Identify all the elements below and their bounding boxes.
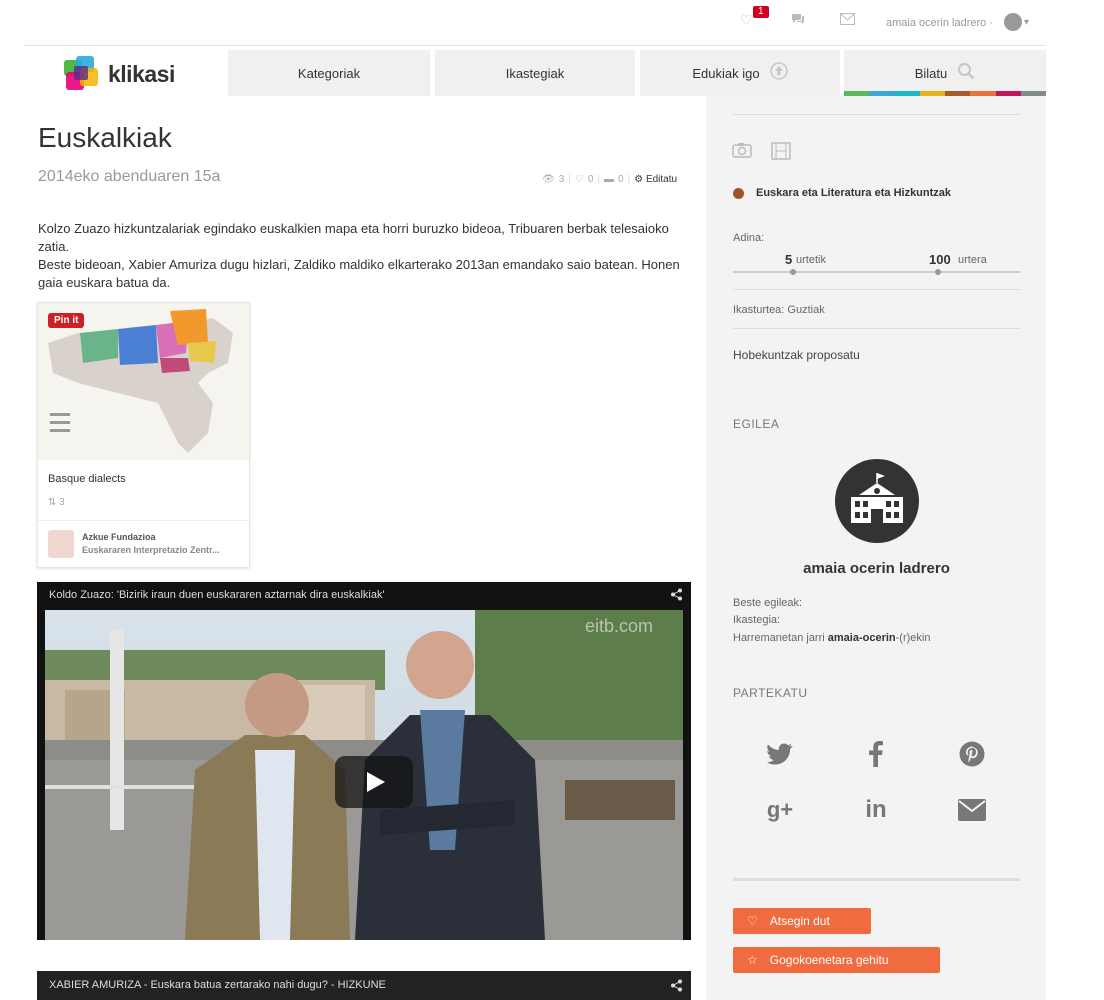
- star-icon: ☆: [747, 953, 758, 967]
- repin-icon: ⇅: [48, 497, 60, 508]
- video-thumbnail[interactable]: eitb.com: [45, 610, 683, 940]
- school-label: Ikastegia:: [733, 614, 781, 626]
- share-icon[interactable]: [670, 979, 683, 995]
- like-button[interactable]: ♡ Atsegin dut: [733, 908, 871, 934]
- user-menu-name[interactable]: amaia ocerin ladrero ·: [886, 17, 993, 29]
- description: Kolzo Zuazo hizkuntzalariak egindako eus…: [38, 220, 698, 292]
- nav-item-kategoriak[interactable]: Kategoriak: [228, 50, 430, 96]
- heart-icon: ♡: [574, 174, 584, 185]
- user-avatar[interactable]: [1004, 13, 1022, 31]
- publish-date: 2014eko abenduaren 15a: [38, 168, 221, 185]
- google-plus-icon[interactable]: g+: [760, 790, 800, 830]
- author-heading: EGILEA: [733, 417, 780, 431]
- category-link[interactable]: Euskara eta Literatura eta Hizkuntzak: [756, 187, 951, 199]
- notification-badge: 1: [753, 6, 769, 18]
- divider: [733, 328, 1020, 329]
- play-button[interactable]: [335, 756, 413, 808]
- video-player[interactable]: Koldo Zuazo: 'Bizirik iraun duen euskara…: [37, 582, 691, 940]
- video-title[interactable]: XABIER AMURIZA - Euskara batua zertarako…: [49, 979, 386, 991]
- heart-icon: ♡: [747, 914, 758, 928]
- card-org[interactable]: Euskararen Interpretazio Zentr...: [82, 545, 242, 555]
- facebook-icon[interactable]: [856, 734, 896, 774]
- main-nav: klikasi Kategoriak Ikastegiak Edukiak ig…: [24, 48, 1046, 96]
- nav-item-ikastegiak[interactable]: Ikastegiak: [435, 50, 635, 96]
- likes-count: 0: [587, 174, 594, 185]
- slider-handle-max[interactable]: [935, 269, 941, 275]
- other-authors-label: Beste egileak:: [733, 597, 803, 609]
- gear-icon: ⚙: [634, 174, 644, 185]
- school-icon: [851, 473, 903, 523]
- logo-mark-icon: [64, 56, 98, 90]
- mail-icon[interactable]: [952, 790, 992, 830]
- logo-text: klikasi: [108, 61, 175, 87]
- contact-line: Harremanetan jarri amaia-ocerin-(r)ekin: [733, 632, 931, 644]
- search-icon: [957, 62, 975, 85]
- video-player-2[interactable]: XABIER AMURIZA - Euskara batua zertarako…: [37, 971, 691, 1000]
- divider: [38, 520, 249, 521]
- age-to-unit: urtera: [958, 254, 987, 266]
- pinterest-icon[interactable]: [952, 734, 992, 774]
- author-name[interactable]: amaia ocerin ladrero: [733, 560, 1020, 577]
- pin-it-button[interactable]: Pin it: [48, 313, 85, 328]
- card-author[interactable]: Azkue Fundazioa: [82, 532, 156, 542]
- views-count: 3: [558, 174, 565, 185]
- upload-icon: [769, 61, 788, 85]
- repin-count: ⇅ 3: [48, 497, 65, 508]
- divider: [733, 114, 1020, 115]
- mail-icon[interactable]: [840, 12, 855, 28]
- page-title: Euskalkiak: [38, 122, 172, 153]
- chat-icon[interactable]: [790, 12, 806, 29]
- age-from: 5: [785, 252, 793, 267]
- school-avatar[interactable]: [835, 459, 919, 543]
- logo[interactable]: klikasi: [62, 54, 222, 90]
- suggest-improvements-link[interactable]: Hobekuntzak proposatu: [733, 348, 860, 362]
- eitb-watermark: eitb.com: [585, 616, 654, 636]
- stats-bar: 👁 3 | ♡ 0 | ▬ 0 | ⚙ Editatu: [542, 174, 678, 185]
- video-title[interactable]: Koldo Zuazo: 'Bizirik iraun duen euskara…: [49, 589, 385, 601]
- divider: [733, 878, 1020, 881]
- description-paragraph: Beste bideoan, Xabier Amuriza dugu hizla…: [38, 257, 680, 290]
- film-icon: [771, 142, 791, 165]
- comment-icon: ▬: [604, 174, 615, 185]
- twitter-icon[interactable]: [760, 734, 800, 774]
- category-dot: [733, 188, 744, 199]
- age-to: 100: [929, 252, 951, 267]
- top-bar: ♡ 1 amaia ocerin ladrero · ▾: [24, 0, 1046, 46]
- basque-dialects-map-image[interactable]: Pin it: [38, 303, 249, 460]
- add-favorites-button[interactable]: ☆ Gogokoenetara gehitu: [733, 947, 940, 973]
- chevron-down-icon[interactable]: ▾: [1024, 17, 1029, 28]
- age-from-unit: urtetik: [796, 254, 826, 266]
- author-avatar[interactable]: [48, 530, 74, 558]
- share-heading: PARTEKATU: [733, 686, 808, 700]
- heart-icon[interactable]: ♡: [740, 12, 753, 29]
- nav-item-edukiak-igo[interactable]: Edukiak igo: [640, 50, 840, 96]
- divider: [733, 289, 1020, 290]
- nav-item-bilatu[interactable]: Bilatu: [844, 50, 1046, 96]
- eye-icon: 👁: [542, 174, 555, 185]
- age-label: Adina:: [733, 232, 765, 244]
- age-range-slider[interactable]: [733, 271, 1020, 273]
- edit-link[interactable]: ⚙ Editatu: [634, 174, 677, 185]
- share-icon[interactable]: [670, 588, 683, 604]
- comments-count: 0: [618, 174, 624, 185]
- contact-user-link[interactable]: amaia-ocerin: [828, 632, 896, 644]
- description-paragraph: Kolzo Zuazo hizkuntzalariak egindako eus…: [38, 221, 669, 254]
- camera-icon: [732, 142, 752, 163]
- pinterest-card[interactable]: Pin it Basque dialects ⇅ 3 Azkue Fundazi…: [37, 302, 250, 568]
- slider-handle-min[interactable]: [790, 269, 796, 275]
- course-level: Ikasturtea: Guztiak: [733, 304, 825, 316]
- card-title[interactable]: Basque dialects: [48, 473, 126, 485]
- linkedin-icon[interactable]: in: [856, 790, 896, 830]
